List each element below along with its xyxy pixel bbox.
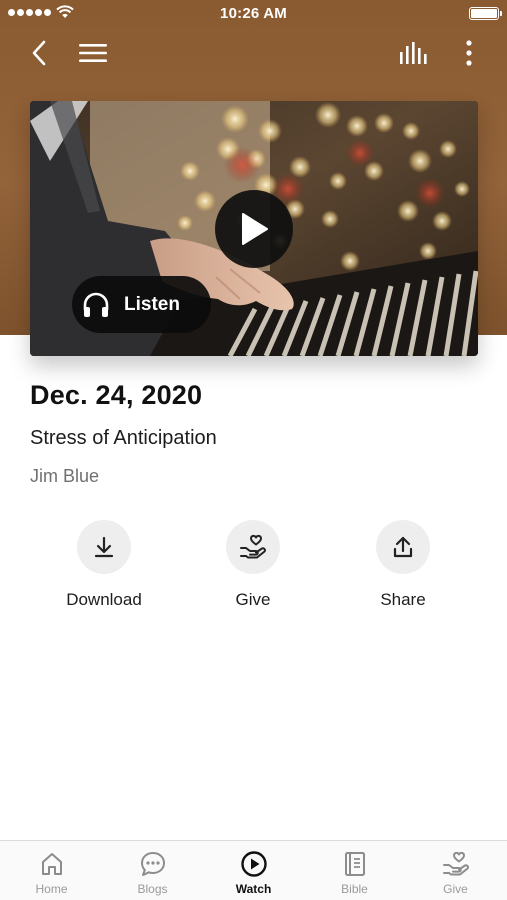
play-button[interactable] [215,190,293,268]
tab-blogs-label: Blogs [137,882,168,896]
share-circle [376,520,430,574]
tab-bible-label: Bible [341,882,368,896]
give-circle [226,520,280,574]
menu-button[interactable] [76,36,110,70]
play-icon [242,213,268,245]
audio-levels-button[interactable] [397,36,431,70]
share-icon [393,536,413,558]
sermon-date: Dec. 24, 2020 [30,380,203,410]
download-circle [77,520,131,574]
share-button[interactable]: Share [343,520,463,610]
tab-home[interactable]: Home [1,841,102,900]
home-icon [38,850,66,878]
sermon-speaker: Jim Blue [30,466,100,486]
top-nav-bar [0,30,507,74]
chat-bubble-icon [139,850,167,878]
tab-blogs[interactable]: Blogs [102,841,203,900]
equalizer-icon [400,42,427,64]
hamburger-menu-icon [79,44,107,62]
more-options-button[interactable] [452,36,486,70]
tab-watch-label: Watch [235,882,272,896]
tab-bible[interactable]: Bible [304,841,405,900]
vertical-dots-icon [466,40,472,66]
tab-give[interactable]: Give [405,841,506,900]
tab-watch[interactable]: Watch [203,841,304,900]
download-button[interactable]: Download [44,520,164,610]
download-icon [94,536,114,558]
sermon-title: Stress of Anticipation [30,427,217,449]
status-time: 10:26 AM [220,5,287,22]
tab-give-label: Give [443,882,468,896]
battery-icon [469,7,502,20]
headphones-icon [81,290,111,320]
listen-label: Listen [124,293,180,315]
status-bar: 10:26 AM [0,0,507,28]
tab-home-label: Home [35,882,68,896]
hand-heart-icon [442,850,470,878]
share-label: Share [380,590,426,609]
hand-heart-icon [240,534,266,559]
book-icon [341,850,369,878]
video-thumbnail[interactable]: Listen [30,101,478,356]
download-label: Download [66,590,142,609]
give-label: Give [235,590,271,609]
chevron-left-icon [32,40,46,66]
bottom-tab-bar: Home Blogs Watch Bible Give [0,840,507,900]
back-button[interactable] [22,36,56,70]
listen-button[interactable]: Listen [72,276,211,333]
play-circle-icon [240,850,268,878]
give-button[interactable]: Give [193,520,313,610]
